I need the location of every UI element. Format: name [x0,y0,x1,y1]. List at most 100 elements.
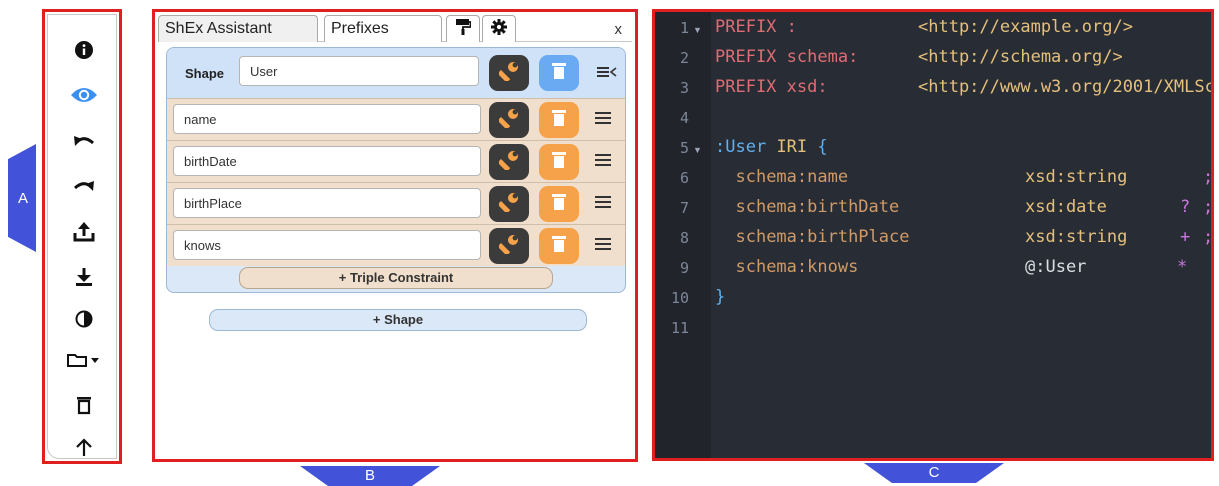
visualize-button[interactable] [66,81,102,109]
line-number: 4 [679,109,689,127]
redo-icon [72,177,96,195]
undo-icon [72,132,96,150]
code-line: } [715,287,725,307]
code-datatype: xsd:string [1025,227,1128,247]
constraint-name-input[interactable]: knows [173,230,481,260]
constraint-name-input[interactable]: birthPlace [173,188,481,218]
shape-name-input[interactable]: User [239,56,479,86]
shape-configure-button[interactable] [489,55,529,91]
code-brace: } [715,287,726,307]
panel-label-a: A [8,144,36,252]
panel-label-b: B [300,466,440,486]
constraint-delete-button[interactable] [539,144,579,180]
line-number: 6 [679,169,689,187]
add-shape-button[interactable]: + Shape [209,309,587,331]
constraint-name-input[interactable]: name [173,104,481,134]
drag-handle-icon[interactable] [595,112,611,124]
fold-arrow-icon[interactable]: ▼ [693,145,702,155]
code-line: :User IRI { [715,137,828,157]
paint-roller-icon [455,18,472,41]
triple-constraint-row: birthPlace [167,182,625,224]
trash-icon [552,151,566,173]
download-button[interactable] [66,263,102,291]
contrast-icon [75,310,93,328]
constraint-configure-button[interactable] [489,144,529,180]
line-number: 5 [679,139,689,157]
line-number-gutter: 1 ▼ 2 3 4 5 ▼ 6 7 8 9 10 11 [655,12,711,458]
tab-style[interactable] [446,15,480,42]
undo-button[interactable] [66,127,102,155]
code-predicate: schema:birthPlace [735,227,910,247]
line-number: 2 [679,49,689,67]
line-number: 11 [670,319,689,337]
shape-card: Shape User name birthDate birthPlace kno… [166,47,626,293]
constraint-name-input[interactable]: birthDate [173,146,481,176]
gear-icon [491,18,507,40]
examples-dropdown-button[interactable] [66,346,102,374]
code-editor-panel[interactable]: 1 ▼ 2 3 4 5 ▼ 6 7 8 9 10 11 PREFIX : <htt… [652,9,1214,461]
code-brace: { [817,137,828,157]
code-iri: <http://example.org/> [918,17,1133,37]
code-line: PREFIX : <http://example.org/> [715,17,1133,37]
trash-icon [552,62,566,84]
trash-icon [552,193,566,215]
constraint-configure-button[interactable] [489,186,529,222]
trash-icon [552,109,566,131]
arrow-up-icon [75,437,93,457]
constraint-delete-button[interactable] [539,228,579,264]
triple-constraint-row: knows [167,224,625,266]
code-datatype: xsd:string [1025,167,1128,187]
code-shape-label: :User [715,137,767,157]
line-number: 9 [679,259,689,277]
code-separator: ; [1203,167,1214,187]
add-triple-constraint-button[interactable]: + Triple Constraint [239,267,553,289]
code-predicate: schema:name [735,167,849,187]
tab-prefixes[interactable]: Prefixes [324,15,442,42]
scroll-top-button[interactable] [66,433,102,461]
download-icon [74,267,94,287]
code-cardinality: * [1177,257,1188,277]
code-line: PREFIX xsd: <http://www.w3.org/2001/XMLSc… [715,77,1211,97]
code-predicate: schema:knows [735,257,859,277]
wrench-icon [497,150,519,175]
upload-icon [73,222,95,242]
constraint-delete-button[interactable] [539,186,579,222]
constraint-configure-button[interactable] [489,102,529,138]
tab-shex-assistant[interactable]: ShEx Assistant [158,15,318,42]
triple-constraint-row: name [167,98,625,140]
code-iri: <http://schema.org/> [918,47,1123,67]
drag-handle-icon[interactable] [595,196,611,208]
folder-dropdown-icon [66,352,102,368]
code-keyword: PREFIX [715,77,777,97]
eye-icon [70,86,98,104]
line-number: 3 [679,79,689,97]
redo-button[interactable] [66,172,102,200]
fold-arrow-icon[interactable]: ▼ [693,25,702,35]
code-line: schema:name xsd:string; [715,167,1211,187]
collapse-shape-icon[interactable] [597,65,617,84]
code-datatype: xsd:date [1025,197,1107,217]
code-separator: ; [1203,197,1214,217]
code-cardinality: + [1180,227,1191,247]
line-number: 1 [679,19,689,37]
constraint-configure-button[interactable] [489,228,529,264]
info-button[interactable] [66,36,102,64]
toolbar [47,14,117,459]
theme-toggle-button[interactable] [66,305,102,333]
shape-header: Shape User [167,48,625,98]
code-keyword: PREFIX [715,47,777,67]
triple-constraint-row: birthDate [167,140,625,182]
shape-delete-button[interactable] [539,55,579,91]
constraint-delete-button[interactable] [539,102,579,138]
clear-button[interactable] [66,391,102,419]
wrench-icon [497,61,519,86]
drag-handle-icon[interactable] [595,238,611,250]
code-separator: ; [1203,227,1214,247]
upload-button[interactable] [66,218,102,246]
tab-settings[interactable] [482,15,516,42]
drag-handle-icon[interactable] [595,154,611,166]
line-number: 7 [679,199,689,217]
close-button[interactable]: x [615,21,623,38]
code-shape-ref: @:User [1025,257,1087,277]
panel-label-c: C [864,463,1004,483]
